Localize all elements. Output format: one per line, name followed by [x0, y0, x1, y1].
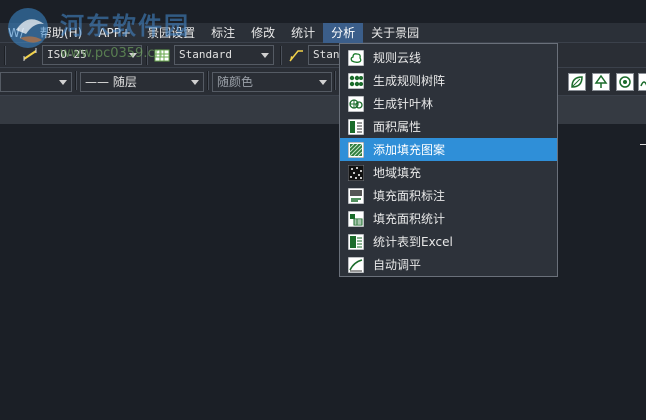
table-style-value: Standard [179, 48, 232, 61]
linetype-value: —— 随层 [85, 75, 137, 89]
dimension-style-value: ISO-25 [47, 48, 87, 61]
toolbar-separator [146, 46, 148, 65]
menu-item-tree-array[interactable]: 生成规则树阵 [340, 69, 557, 92]
area-property-icon [348, 118, 364, 135]
menu-item-export-excel[interactable]: 统计表到Excel [340, 230, 557, 253]
chevron-down-icon [191, 80, 199, 85]
dimension-style-icon[interactable] [22, 47, 38, 63]
menu-item-region-fill[interactable]: 地域填充 [340, 161, 557, 184]
menu-bar: W/ 帮助(H) APP+ 景园设置 标注 修改 统计 分析 关于景园 [0, 22, 646, 43]
excel-icon [348, 233, 364, 250]
shrub-icon [619, 76, 631, 88]
tool-button-3[interactable] [616, 73, 634, 91]
menu-item-label: 面积属性 [373, 120, 422, 134]
menu-item-label: 自动调平 [373, 258, 422, 272]
tree-array-icon [348, 72, 364, 89]
layer-select[interactable] [0, 72, 72, 92]
menu-item-label: 生成针叶林 [373, 97, 434, 111]
auto-level-icon [348, 256, 364, 273]
menu-item-auto-level[interactable]: 自动调平 [340, 253, 557, 276]
menu-item-label: 填充面积标注 [373, 189, 446, 203]
menu-landscape-settings[interactable]: 景园设置 [139, 23, 203, 43]
chevron-down-icon [129, 53, 137, 58]
toolbar-separator [4, 46, 6, 65]
menu-app-plus[interactable]: APP+ [90, 23, 139, 43]
conifer-icon [348, 95, 364, 112]
menu-item-label: 规则云线 [373, 51, 422, 65]
tree-icon [594, 74, 608, 88]
menu-annotate[interactable]: 标注 [203, 23, 243, 43]
tool-button-4[interactable] [638, 73, 646, 91]
menu-item-label: 添加填充图案 [373, 143, 446, 157]
menu-window[interactable]: W/ [0, 23, 32, 43]
toolbar-separator [280, 46, 282, 65]
menu-item-label: 统计表到Excel [373, 235, 453, 249]
crosshair-cursor [640, 144, 646, 145]
leaf-icon [571, 76, 583, 88]
menu-help[interactable]: 帮助(H) [32, 23, 90, 43]
linetype-select[interactable]: —— 随层 [80, 72, 204, 92]
menu-modify[interactable]: 修改 [243, 23, 283, 43]
menu-item-area-property[interactable]: 面积属性 [340, 115, 557, 138]
dimension-style-select[interactable]: ISO-25 [42, 45, 142, 65]
tool-button-1[interactable] [568, 73, 586, 91]
menu-item-label: 生成规则树阵 [373, 74, 446, 88]
color-select[interactable]: 随颜色 [212, 72, 332, 92]
menu-statistics[interactable]: 统计 [283, 23, 323, 43]
menu-item-hatch-area-stats[interactable]: 填充面积统计 [340, 207, 557, 230]
chevron-down-icon [319, 80, 327, 85]
menu-item-conifer-forest[interactable]: 生成针叶林 [340, 92, 557, 115]
analysis-menu: 规则云线 生成规则树阵 生成针叶林 面积属性 添加填充图案 地域填充 填充面积标… [339, 43, 558, 277]
cloud-icon [348, 49, 364, 66]
menu-item-add-hatch[interactable]: 添加填充图案 [340, 138, 557, 161]
multileader-style-icon[interactable] [288, 47, 304, 63]
table-style-icon[interactable] [154, 47, 170, 63]
menu-item-label: 地域填充 [373, 166, 422, 180]
hedge-icon [640, 81, 646, 87]
menu-analysis[interactable]: 分析 [323, 22, 364, 43]
region-fill-icon [348, 164, 364, 181]
tool-button-2[interactable] [592, 73, 610, 91]
menu-item-hatch-area-label[interactable]: 填充面积标注 [340, 184, 557, 207]
toolbar-separator [207, 71, 209, 90]
table-style-select[interactable]: Standard [174, 45, 274, 65]
toolbar-separator [75, 71, 77, 90]
menu-item-revision-cloud[interactable]: 规则云线 [340, 46, 557, 69]
toolbar-separator [334, 71, 336, 90]
hatch-area-stats-icon [348, 210, 364, 227]
hatch-area-label-icon [348, 187, 364, 204]
color-value: 随颜色 [217, 75, 254, 89]
add-hatch-icon [348, 141, 364, 158]
chevron-down-icon [59, 80, 67, 85]
chevron-down-icon [261, 53, 269, 58]
menu-about[interactable]: 关于景园 [363, 23, 427, 43]
menu-item-label: 填充面积统计 [373, 212, 446, 226]
